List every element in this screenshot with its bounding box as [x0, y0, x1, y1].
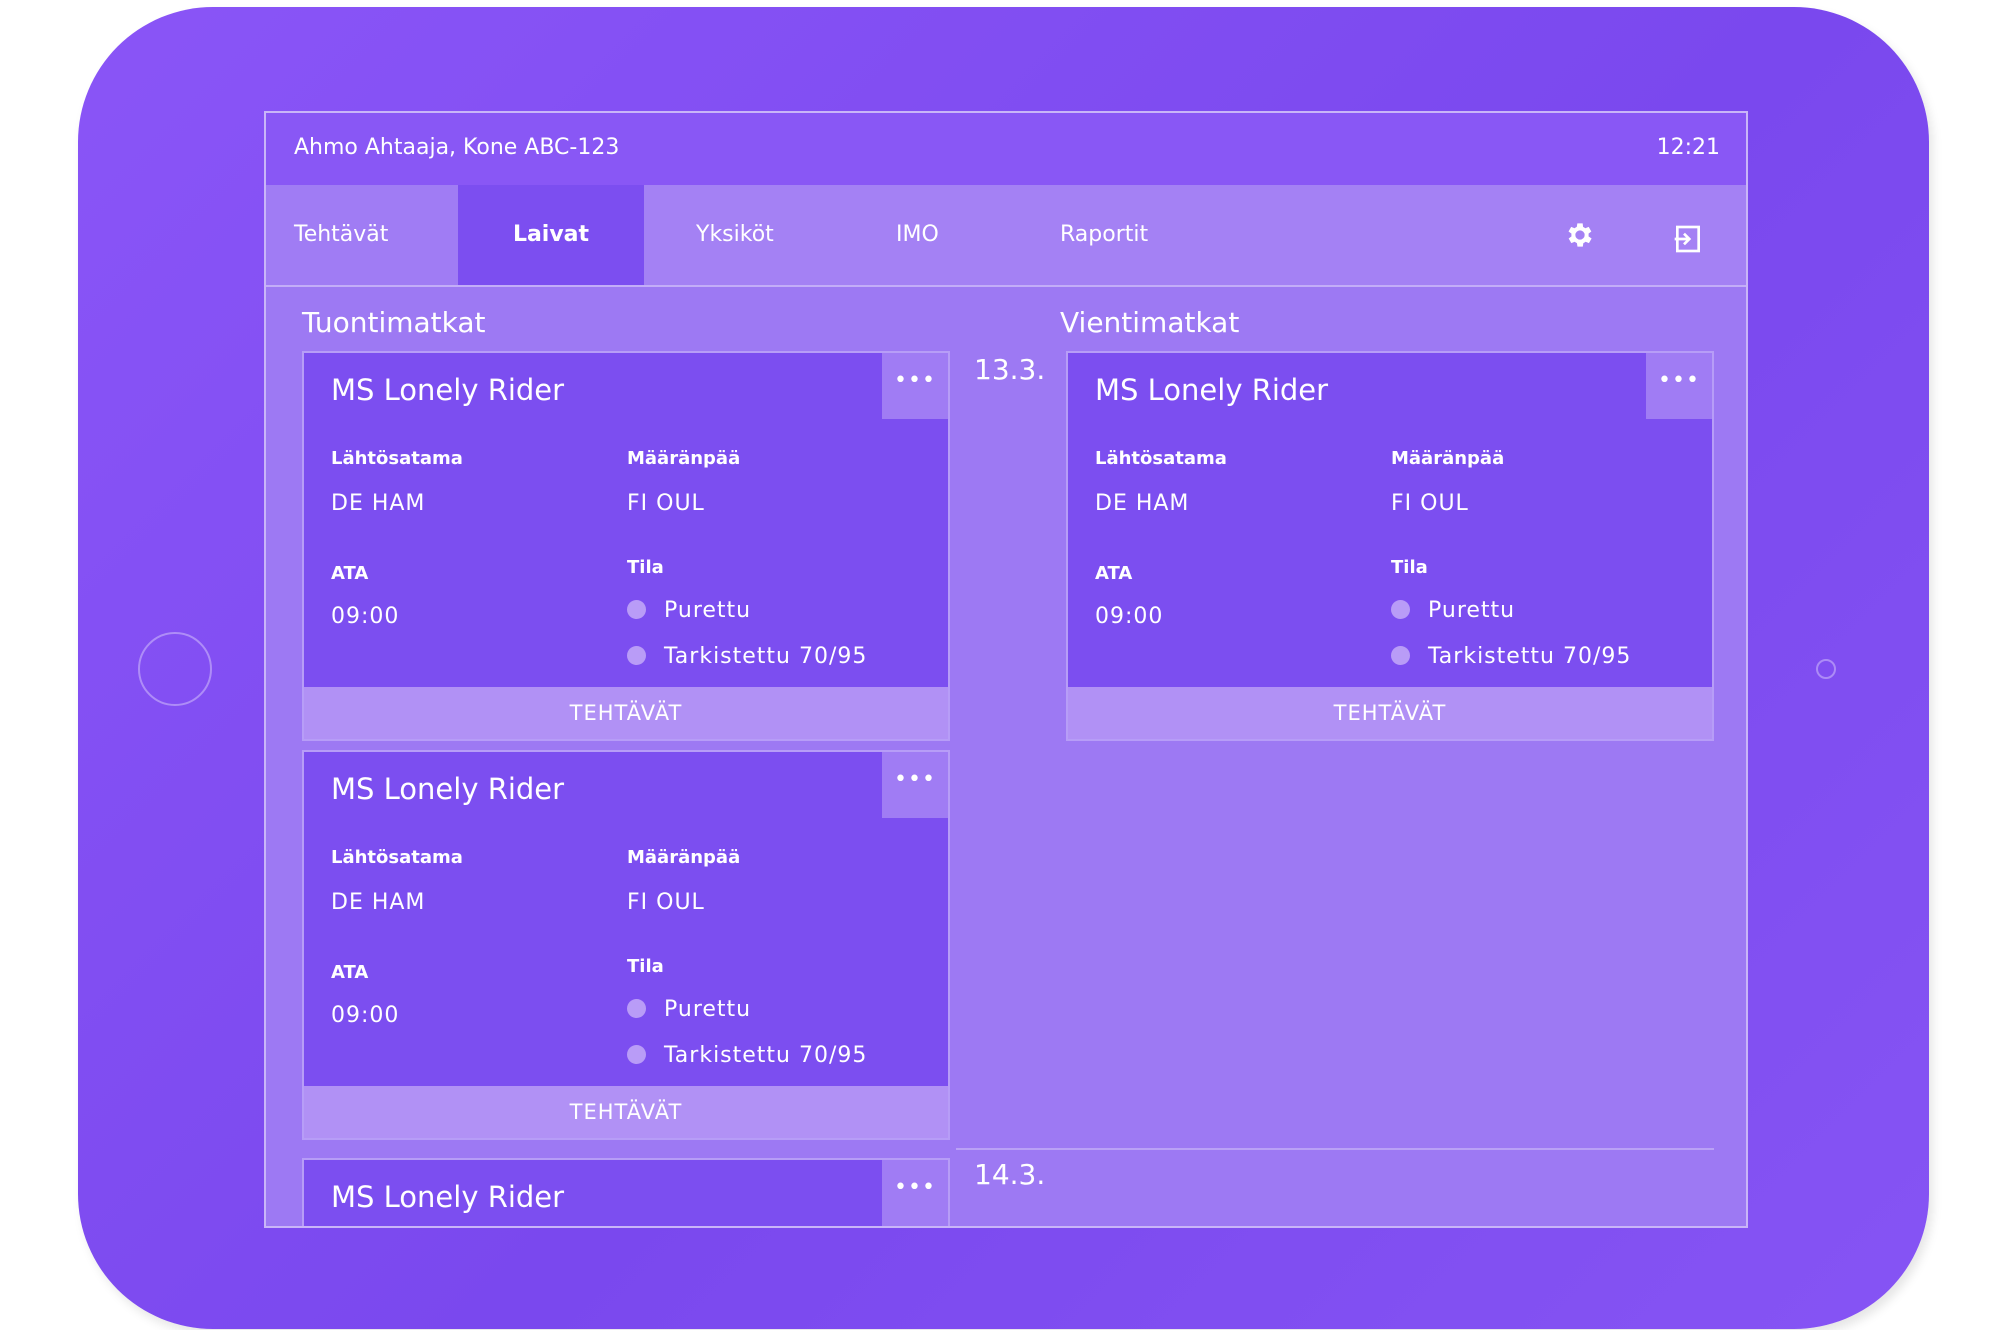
ship-name: MS Lonely Rider — [331, 772, 565, 806]
status-text: Tarkistettu 70/95 — [664, 1043, 868, 1068]
voyage-card: MS Lonely Rider ••• Lähtösatama Määränpä… — [302, 750, 950, 1140]
voyage-card: MS Lonely Rider ••• — [302, 1158, 950, 1226]
date-label: 13.3. — [974, 353, 1046, 386]
more-options-button[interactable]: ••• — [882, 1160, 948, 1226]
ata-label: ATA — [331, 563, 369, 584]
departure-port: DE HAM — [1095, 491, 1190, 516]
departure-label: Lähtösatama — [331, 847, 463, 868]
user-machine-label: Ahmo Ahtaaja, Kone ABC-123 — [294, 135, 620, 160]
departure-label: Lähtösatama — [1095, 448, 1227, 469]
status-dot-icon — [627, 600, 646, 619]
ata-label: ATA — [1095, 563, 1133, 584]
destination-label: Määränpää — [627, 448, 741, 469]
status-text: Purettu — [1428, 598, 1516, 623]
status-dot-icon — [627, 1045, 646, 1064]
destination-label: Määränpää — [627, 847, 741, 868]
status-dot-icon — [627, 999, 646, 1018]
home-button[interactable] — [138, 632, 212, 706]
more-options-button[interactable]: ••• — [882, 752, 948, 818]
tasks-button[interactable]: TEHTÄVÄT — [1068, 687, 1712, 739]
status-text: Purettu — [664, 997, 752, 1022]
departure-label: Lähtösatama — [331, 448, 463, 469]
ata-time: 09:00 — [331, 604, 400, 629]
departure-port: DE HAM — [331, 890, 426, 915]
export-voyages-title: Vientimatkat — [1060, 306, 1240, 339]
status-bar: Ahmo Ahtaaja, Kone ABC-123 12:21 — [266, 113, 1746, 185]
tasks-button[interactable]: TEHTÄVÄT — [304, 687, 948, 739]
camera — [1816, 659, 1836, 679]
ata-time: 09:00 — [331, 1003, 400, 1028]
logout-icon[interactable] — [1672, 223, 1704, 255]
ship-name: MS Lonely Rider — [1095, 373, 1329, 407]
tab-raportit[interactable]: Raportit — [1060, 185, 1148, 285]
tab-yksikot[interactable]: Yksiköt — [696, 185, 774, 285]
status-item: Purettu — [627, 997, 751, 1022]
status-text: Purettu — [664, 598, 752, 623]
status-text: Tarkistettu 70/95 — [664, 644, 868, 669]
status-item: Tarkistettu 70/95 — [1391, 644, 1631, 669]
ship-name: MS Lonely Rider — [331, 373, 565, 407]
clock: 12:21 — [1656, 135, 1720, 160]
date-label: 14.3. — [974, 1158, 1046, 1191]
voyage-card: MS Lonely Rider ••• Lähtösatama Määränpä… — [302, 351, 950, 741]
ata-time: 09:00 — [1095, 604, 1164, 629]
ata-label: ATA — [331, 962, 369, 983]
voyage-card: MS Lonely Rider ••• Lähtösatama Määränpä… — [1066, 351, 1714, 741]
tab-tehtavat[interactable]: Tehtävät — [266, 185, 458, 285]
tab-imo[interactable]: IMO — [896, 185, 939, 285]
more-options-button[interactable]: ••• — [1646, 353, 1712, 419]
status-item: Purettu — [1391, 598, 1515, 623]
destination-port: FI OUL — [1391, 491, 1469, 516]
gear-icon[interactable] — [1564, 219, 1596, 251]
status-label: Tila — [627, 557, 664, 578]
status-dot-icon — [1391, 600, 1410, 619]
tab-laivat[interactable]: Laivat — [458, 185, 644, 285]
status-label: Tila — [627, 956, 664, 977]
tasks-button[interactable]: TEHTÄVÄT — [304, 1086, 948, 1138]
ship-name: MS Lonely Rider — [331, 1180, 565, 1214]
status-text: Tarkistettu 70/95 — [1428, 644, 1632, 669]
departure-port: DE HAM — [331, 491, 426, 516]
status-dot-icon — [627, 646, 646, 665]
destination-port: FI OUL — [627, 890, 705, 915]
date-divider — [956, 1148, 1714, 1150]
more-options-button[interactable]: ••• — [882, 353, 948, 419]
destination-port: FI OUL — [627, 491, 705, 516]
status-item: Purettu — [627, 598, 751, 623]
destination-label: Määränpää — [1391, 448, 1505, 469]
status-dot-icon — [1391, 646, 1410, 665]
import-voyages-title: Tuontimatkat — [302, 306, 486, 339]
nav-bar: Tehtävät Laivat Yksiköt IMO Raportit — [266, 185, 1746, 287]
status-item: Tarkistettu 70/95 — [627, 644, 867, 669]
status-item: Tarkistettu 70/95 — [627, 1043, 867, 1068]
status-label: Tila — [1391, 557, 1428, 578]
app-screen: Ahmo Ahtaaja, Kone ABC-123 12:21 Tehtävä… — [264, 111, 1748, 1228]
